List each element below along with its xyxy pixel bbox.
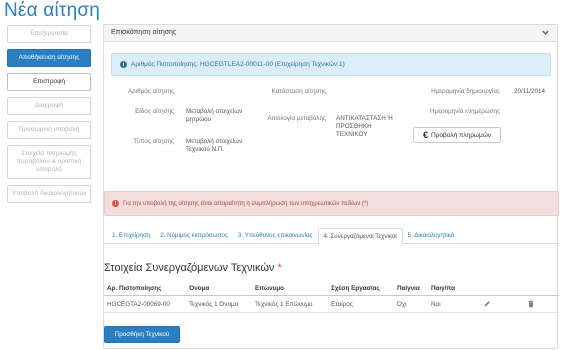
page-title: Νέα αίτηση	[4, 0, 101, 21]
col-cert-number: Αρ. Πιστοποίησης	[104, 282, 186, 296]
tab-documents[interactable]: 5. Δικαιολογητικά	[403, 228, 460, 243]
tab-legal-representative[interactable]: 2. Νόμιμος εκπρόσωπος	[155, 228, 233, 243]
error-alert: ! Για την υποβολή της αίτησης είναι απαρ…	[104, 191, 559, 216]
tab-cooperating-technicians[interactable]: 4. Συνεργαζόμενοι Τεχνικοί	[317, 228, 403, 245]
temporary-submit-button[interactable]: Προσωρινή υποβολή	[7, 121, 91, 139]
tab-bar: 1. Επιχείρηση 2. Νόμιμος εκπρόσωπος 3. Υ…	[104, 228, 559, 245]
cell-last-name: Τεχνικός 1 Επώνυμο	[252, 295, 328, 313]
pencil-icon[interactable]	[483, 300, 491, 308]
change-reason-label: Αιτιολογία μεταβολής	[267, 115, 326, 122]
euro-icon: €	[422, 130, 428, 140]
application-kind-label: Είδος αίτησης	[135, 108, 174, 115]
view-payments-label: Προβολή πληρωμών	[430, 131, 492, 139]
submit-documents-button[interactable]: Υποβολή δικαιολογητικών	[7, 185, 91, 203]
cell-games-abbr: Ναι	[428, 295, 476, 313]
error-text: Για την υποβολή της αίτησης είναι απαραί…	[123, 200, 369, 207]
delete-button[interactable]: Διαγραφή	[7, 97, 91, 115]
sidebar: Επεξεργασία Αποθήκευση αίτησης Επιστροφή…	[7, 25, 91, 209]
cell-work-relation: Εταίρος	[328, 295, 394, 313]
panel-heading-text: Επισκόπηση αίτησης	[111, 29, 177, 36]
col-games: Παίγνια	[394, 282, 428, 296]
col-first-name: Όνομα	[186, 282, 252, 296]
view-payments-button[interactable]: € Προβολή πληρωμών	[413, 127, 501, 143]
application-type-label: Τύπος αίτησης	[133, 138, 174, 145]
info-alert: i Αριθμός Πιστοποίησης: HGCEGTLEA2-00011…	[111, 53, 551, 76]
cell-actions	[476, 295, 559, 313]
application-type-value: Μεταβολή στοιχείων Τεχνικού Ν.Π.	[186, 138, 243, 153]
col-actions	[476, 282, 559, 296]
created-date-label: Ημερομηνία δημιουργίας	[431, 88, 500, 95]
updated-date-label: Ημερομηνία ενημέρωσης	[430, 108, 500, 115]
application-number-label: Αριθμός αίτησης	[127, 88, 174, 95]
technicians-table: Αρ. Πιστοποίησης Όνομα Επώνυμο Σχέση Εργ…	[104, 282, 559, 313]
exclamation-icon: !	[112, 200, 119, 207]
required-mark: *	[277, 262, 282, 274]
section-title-text: Στοιχεία Συνεργαζόμενων Τεχνικών	[104, 262, 275, 274]
created-date-value: 20/11/2014	[514, 88, 546, 95]
info-text: Αριθμός Πιστοποίησης: HGCEGTLEA2-00011-0…	[131, 61, 345, 68]
cell-games: Όχι	[394, 295, 428, 313]
col-games-abbr: Παιγ/πα	[428, 282, 476, 296]
application-kind-value: Μεταβολή στοιχείων μητρώου	[186, 108, 243, 123]
col-last-name: Επώνυμο	[252, 282, 328, 296]
change-reason-value: ΑΝΤΙΚΑΤΑΣΤΑΣΗ Ή ΠΡΟΣΘΗΚΗ ΤΕΧΝΙΚΟΥ	[336, 115, 393, 138]
table-row: HGCEGTA2-00069-00 Τεχνικός 1 Όνομα Τεχνι…	[104, 295, 559, 313]
tab-contact-person[interactable]: 3. Υπεύθυνος επικοινωνίας	[233, 228, 318, 243]
add-technician-button[interactable]: Προσθήκη Τεχνικού	[104, 326, 180, 343]
payment-final-submit-button[interactable]: Στοιχεία πληρωμής παραβόλου & οριστική υ…	[7, 145, 91, 179]
table-header-row: Αρ. Πιστοποίησης Όνομα Επώνυμο Σχέση Εργ…	[104, 282, 559, 296]
section-title: Στοιχεία Συνεργαζόμενων Τεχνικών *	[104, 262, 282, 274]
application-overview-panel: Επισκόπηση αίτησης i Αριθμός Πιστοποίηση…	[103, 24, 559, 349]
save-application-button[interactable]: Αποθήκευση αίτησης	[7, 49, 91, 67]
status-label: Κατάσταση αίτησης	[271, 88, 326, 95]
back-button[interactable]: Επιστροφή	[7, 73, 91, 91]
info-icon: i	[120, 61, 127, 68]
cell-cert-number: HGCEGTA2-00069-00	[104, 295, 186, 313]
tab-business[interactable]: 1. Επιχείρηση	[107, 228, 155, 243]
panel-heading[interactable]: Επισκόπηση αίτησης	[104, 25, 557, 42]
edit-button[interactable]: Επεξεργασία	[7, 25, 91, 43]
trash-icon[interactable]	[527, 300, 535, 308]
chevron-down-icon[interactable]	[541, 28, 550, 37]
cell-first-name: Τεχνικός 1 Όνομα	[186, 295, 252, 313]
col-work-relation: Σχέση Εργασίας	[328, 282, 394, 296]
